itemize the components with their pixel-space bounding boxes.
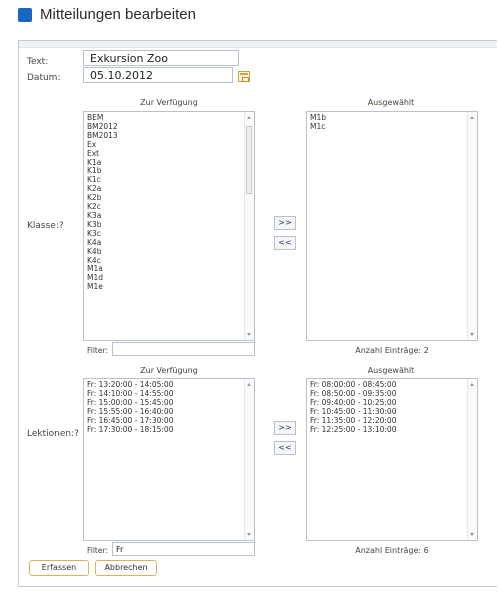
klasse-available-scrollbar[interactable]	[244, 112, 254, 340]
list-item[interactable]: K3c	[87, 229, 251, 239]
klasse-remove-button[interactable]: <<	[274, 236, 296, 250]
list-item[interactable]: K3b	[87, 220, 251, 230]
list-item[interactable]: K2a	[87, 184, 251, 194]
klasse-selected-scrollbar[interactable]	[467, 112, 477, 340]
text-input[interactable]	[83, 50, 239, 66]
klasse-available-items: BEM BM2012 BM2013 Ex Ext K1a K1b K1c K2a…	[84, 112, 254, 294]
list-item[interactable]: M1c	[310, 122, 474, 132]
klasse-filter-label: Filter:	[87, 346, 108, 355]
calendar-icon[interactable]	[238, 71, 250, 82]
scroll-thumb[interactable]	[246, 126, 252, 194]
lektionen-add-button[interactable]: >>	[274, 421, 296, 435]
lektionen-label: Lektionen:?	[27, 429, 79, 439]
list-item[interactable]: M1d	[87, 273, 251, 283]
list-item[interactable]: Fr: 12:25:00 - 13:10:00	[310, 425, 474, 435]
klasse-selected-list[interactable]: M1b M1c	[306, 111, 478, 341]
klasse-filter-input[interactable]	[112, 342, 255, 356]
lektionen-selected-header: Ausgewählt	[367, 366, 415, 375]
klasse-selected-header: Ausgewählt	[367, 98, 415, 107]
datum-label: Datum:	[27, 73, 61, 83]
list-item[interactable]: K1b	[87, 167, 251, 176]
lektionen-selected-list[interactable]: Fr: 08:00:00 - 08:45:00 Fr: 08:50:00 - 0…	[306, 378, 478, 541]
scroll-down-arrow-icon[interactable]	[247, 333, 251, 336]
edit-form-panel: Text: Datum: Zur Verfügung Ausgewählt BE…	[18, 40, 497, 587]
text-label: Text:	[27, 57, 49, 67]
app-icon	[18, 8, 32, 22]
list-item[interactable]: Fr: 17:30:00 - 18:15:00	[87, 425, 251, 435]
lektionen-filter-input[interactable]	[112, 542, 255, 556]
title-bar: Mitteilungen bearbeiten	[0, 0, 498, 34]
klasse-add-button[interactable]: >>	[274, 216, 296, 230]
lektionen-selected-items: Fr: 08:00:00 - 08:45:00 Fr: 08:50:00 - 0…	[307, 379, 477, 436]
lektionen-selected-scrollbar[interactable]	[467, 379, 477, 540]
klasse-label: Klasse:?	[27, 221, 64, 231]
list-item[interactable]: K2c	[87, 202, 251, 212]
lektionen-available-items: Fr: 13:20:00 - 14:05:00 Fr: 14:10:00 - 1…	[84, 379, 254, 436]
abbrechen-button[interactable]: Abbrechen	[95, 560, 157, 576]
list-item[interactable]: K3a	[87, 211, 251, 221]
lektionen-remove-button[interactable]: <<	[274, 441, 296, 455]
scroll-up-arrow-icon[interactable]	[470, 383, 474, 386]
scroll-up-arrow-icon[interactable]	[247, 383, 251, 386]
klasse-available-list[interactable]: BEM BM2012 BM2013 Ex Ext K1a K1b K1c K2a…	[83, 111, 255, 341]
scroll-down-arrow-icon[interactable]	[470, 333, 474, 336]
list-item[interactable]: K1c	[87, 175, 251, 185]
lektionen-available-scrollbar[interactable]	[244, 379, 254, 540]
list-item[interactable]: K1a	[87, 158, 251, 168]
erfassen-button[interactable]: Erfassen	[29, 560, 89, 576]
lektionen-available-list[interactable]: Fr: 13:20:00 - 14:05:00 Fr: 14:10:00 - 1…	[83, 378, 255, 541]
lektionen-available-header: Zur Verfügung	[140, 366, 198, 375]
list-item[interactable]: M1b	[310, 113, 474, 123]
list-item[interactable]: M1a	[87, 265, 251, 274]
panel-header-stripe	[19, 41, 497, 48]
klasse-count: Anzahl Einträge: 2	[355, 346, 429, 355]
klasse-selected-items: M1b M1c	[307, 112, 477, 134]
scroll-down-arrow-icon[interactable]	[247, 533, 251, 536]
list-item[interactable]: K4a	[87, 238, 251, 248]
lektionen-filter-label: Filter:	[87, 546, 108, 555]
page-title: Mitteilungen bearbeiten	[40, 6, 196, 23]
scroll-down-arrow-icon[interactable]	[470, 533, 474, 536]
list-item[interactable]: M1e	[87, 282, 251, 292]
scroll-up-arrow-icon[interactable]	[247, 116, 251, 119]
list-item[interactable]: Ex	[87, 140, 251, 150]
datum-input[interactable]	[83, 67, 233, 83]
list-item[interactable]: K4c	[87, 256, 251, 266]
list-item[interactable]: K2b	[87, 193, 251, 203]
list-item[interactable]: K4b	[87, 247, 251, 257]
lektionen-count: Anzahl Einträge: 6	[355, 546, 429, 555]
list-item[interactable]: BM2013	[87, 131, 251, 141]
scroll-up-arrow-icon[interactable]	[470, 116, 474, 119]
list-item[interactable]: Ext	[87, 149, 251, 159]
klasse-available-header: Zur Verfügung	[140, 98, 198, 107]
